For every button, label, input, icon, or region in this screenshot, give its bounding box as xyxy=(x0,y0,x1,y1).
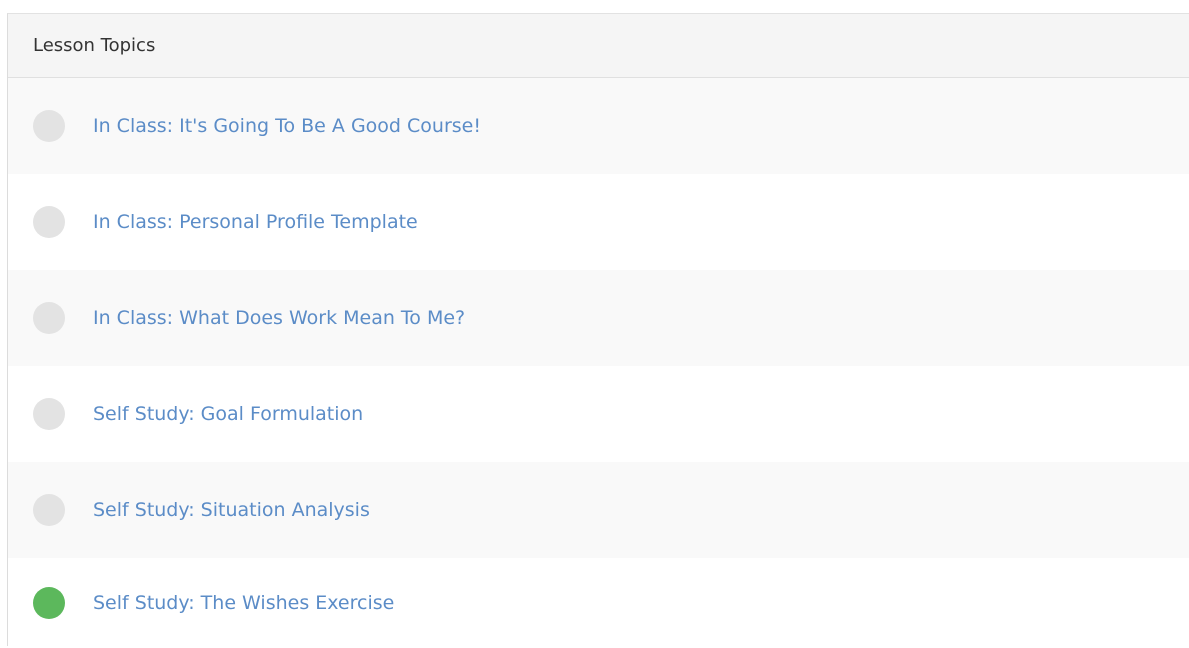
status-incomplete-icon xyxy=(33,110,65,142)
topic-link[interactable]: In Class: Personal Profile Template xyxy=(93,211,418,233)
topic-link[interactable]: In Class: What Does Work Mean To Me? xyxy=(93,307,465,329)
topic-row: Self Study: Situation Analysis xyxy=(8,462,1189,558)
topic-link[interactable]: Self Study: Goal Formulation xyxy=(93,403,363,425)
topic-list: In Class: It's Going To Be A Good Course… xyxy=(8,78,1189,648)
topic-link[interactable]: In Class: It's Going To Be A Good Course… xyxy=(93,115,481,137)
status-complete-icon xyxy=(33,587,65,619)
topic-link[interactable]: Self Study: The Wishes Exercise xyxy=(93,592,394,614)
topic-row: Self Study: Goal Formulation xyxy=(8,366,1189,462)
topic-row: In Class: What Does Work Mean To Me? xyxy=(8,270,1189,366)
topic-row: In Class: Personal Profile Template xyxy=(8,174,1189,270)
topic-row: Self Study: The Wishes Exercise xyxy=(8,558,1189,648)
lesson-topics-panel: Lesson Topics In Class: It's Going To Be… xyxy=(7,13,1189,648)
status-incomplete-icon xyxy=(33,302,65,334)
status-incomplete-icon xyxy=(33,398,65,430)
status-incomplete-icon xyxy=(33,494,65,526)
status-incomplete-icon xyxy=(33,206,65,238)
topic-row: In Class: It's Going To Be A Good Course… xyxy=(8,78,1189,174)
panel-header: Lesson Topics xyxy=(8,14,1189,78)
panel-title: Lesson Topics xyxy=(33,35,156,56)
topic-link[interactable]: Self Study: Situation Analysis xyxy=(93,499,370,521)
